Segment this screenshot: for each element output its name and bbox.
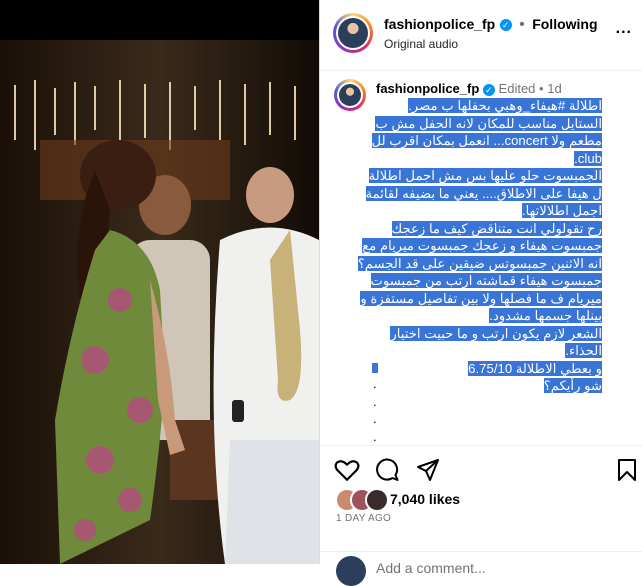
- author-avatar[interactable]: [333, 13, 373, 53]
- caption-text: اطلالة #هيفاء_وهبي بحفلها ب مصر. الستايل…: [357, 97, 602, 395]
- post-header: fashionpolice_fp ✓ • Following Original …: [320, 0, 642, 71]
- caption-time[interactable]: 1d: [547, 81, 561, 96]
- post-panel: fashionpolice_fp ✓ • Following Original …: [319, 0, 642, 586]
- more-options-icon[interactable]: ...: [616, 20, 632, 38]
- caption-line: جمبسوت هيفاء قماشته ارتب من جمبسوت ميريا…: [360, 273, 602, 323]
- bookmark-icon[interactable]: [617, 458, 637, 482]
- caption-separator: •: [539, 81, 544, 96]
- caption-line: الستايل مناسب للمكان لانه الحفل مش ب مطع…: [371, 115, 602, 166]
- caption-area: fashionpolice_fp ✓ Edited • 1d اطلالة #ه…: [320, 71, 642, 445]
- caption-username[interactable]: fashionpolice_fp: [376, 81, 479, 96]
- caption-line: شو رأيكم؟: [543, 378, 602, 393]
- caption-dot: .: [373, 393, 377, 409]
- caption-dot: .: [373, 428, 377, 444]
- caption-line: رح تقولولي انت متناقض كيف ما زعجك جمبسوت…: [357, 220, 602, 271]
- liker-avatar: [365, 488, 389, 512]
- caption-line: اطلالة #هيفاء_وهبي بحفلها ب مصر.: [408, 98, 602, 113]
- caption-dot: .: [373, 411, 377, 426]
- viewer-avatar: [336, 556, 366, 586]
- edited-label: Edited: [498, 81, 536, 96]
- header-separator: •: [519, 16, 525, 33]
- likes-count[interactable]: 7,040 likes: [390, 491, 460, 507]
- audio-link[interactable]: Original audio: [384, 37, 458, 51]
- comment-input[interactable]: Add a comment...: [376, 560, 486, 576]
- verified-badge-icon: ✓: [499, 18, 512, 31]
- video-frame: [0, 0, 319, 564]
- post-video[interactable]: [0, 0, 319, 564]
- comment-bar: Add a comment...: [320, 551, 642, 586]
- actions-bar: 7,040 likes 1 DAY AGO Add a comment...: [320, 445, 642, 586]
- caption-dots: . . . . .: [373, 375, 377, 445]
- caption-line: الشعر لازم يكون ارتب و ما حبيت اختيار ال…: [390, 325, 602, 358]
- send-icon[interactable]: [416, 458, 440, 482]
- verified-badge-icon: ✓: [482, 83, 495, 96]
- caption-line: و بعطي الاطلالة 6.75/10: [468, 360, 602, 376]
- comment-icon[interactable]: [375, 458, 400, 482]
- caption-dot: .: [373, 376, 377, 391]
- selection-marker: [372, 363, 378, 373]
- caption-line: الجمبسوت حلو عليها بس مش اجمل اطلالة ل ه…: [365, 168, 602, 218]
- post-date[interactable]: 1 DAY AGO: [336, 513, 391, 524]
- author-username[interactable]: fashionpolice_fp: [384, 16, 495, 32]
- following-button[interactable]: Following: [532, 16, 597, 32]
- heart-icon[interactable]: [334, 458, 360, 482]
